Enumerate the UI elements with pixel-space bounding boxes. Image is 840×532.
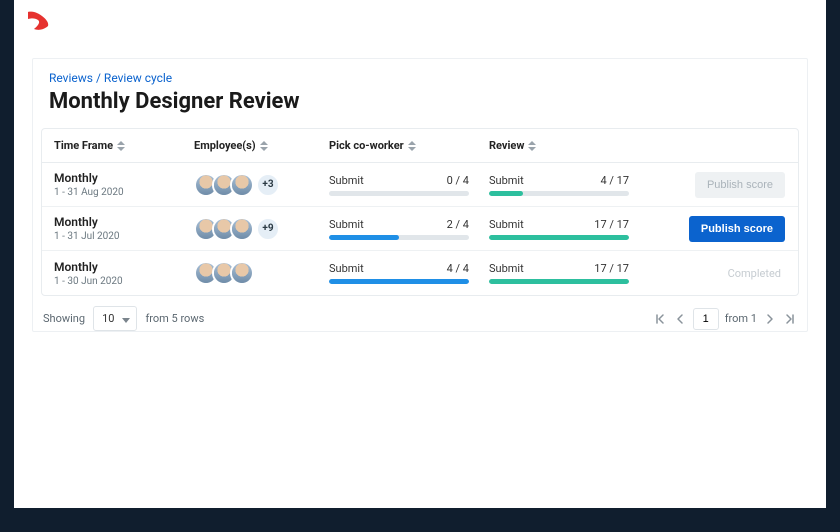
review-cell: Submit 17 / 17 xyxy=(489,262,649,284)
action-cell: Publish score xyxy=(649,216,799,242)
page-prev-icon[interactable] xyxy=(673,313,687,325)
progress-bar xyxy=(489,279,629,284)
time-frame-label: Monthly xyxy=(54,260,194,274)
sort-icon xyxy=(528,141,536,151)
table-row: Monthly 1 - 30 Jun 2020 Submit 4 / 4 xyxy=(42,251,798,295)
submit-count: 2 / 4 xyxy=(447,218,469,231)
progress-bar xyxy=(329,235,469,240)
col-label: Employee(s) xyxy=(194,139,256,152)
progress-bar xyxy=(489,191,629,196)
submit-label: Submit xyxy=(329,218,364,231)
table-row: Monthly 1 - 31 Jul 2020 +9 Submit 2 / 4 xyxy=(42,207,798,251)
time-frame-range: 1 - 31 Jul 2020 xyxy=(54,231,194,242)
col-time-frame[interactable]: Time Frame xyxy=(54,139,194,152)
from-pages-label: from 1 xyxy=(725,312,757,325)
breadcrumb: Reviews / Review cycle xyxy=(33,59,807,87)
submit-label: Submit xyxy=(329,262,364,275)
submit-count: 17 / 17 xyxy=(594,218,629,231)
publish-score-button[interactable]: Publish score xyxy=(689,216,785,242)
avatar xyxy=(230,173,254,197)
page-next-icon[interactable] xyxy=(763,313,777,325)
action-cell: Publish score xyxy=(649,172,799,198)
table-row: Monthly 1 - 31 Aug 2020 +3 Submit 0 / 4 xyxy=(42,163,798,207)
avatar xyxy=(230,217,254,241)
avatar xyxy=(230,261,254,285)
col-pick-coworker[interactable]: Pick co-worker xyxy=(329,139,489,152)
col-review[interactable]: Review xyxy=(489,139,649,152)
col-employees[interactable]: Employee(s) xyxy=(194,139,329,152)
footer-left: Showing 10 from 5 rows xyxy=(43,306,204,331)
submit-label: Submit xyxy=(489,174,524,187)
submit-count: 4 / 17 xyxy=(600,174,629,187)
employees-cell[interactable]: +9 xyxy=(194,217,329,241)
showing-label: Showing xyxy=(43,312,85,325)
review-cell: Submit 17 / 17 xyxy=(489,218,649,240)
progress-bar xyxy=(489,235,629,240)
time-frame-label: Monthly xyxy=(54,215,194,229)
pick-coworker-cell: Submit 2 / 4 xyxy=(329,218,489,240)
time-frame-range: 1 - 31 Aug 2020 xyxy=(54,187,194,198)
row-menu-button[interactable] xyxy=(795,176,799,194)
sort-icon xyxy=(117,141,125,151)
page-size-select[interactable]: 10 xyxy=(93,306,137,331)
time-frame-cell: Monthly 1 - 31 Jul 2020 xyxy=(54,215,194,242)
from-rows-label: from 5 rows xyxy=(145,312,204,325)
pick-coworker-cell: Submit 0 / 4 xyxy=(329,174,489,196)
progress-bar xyxy=(329,279,469,284)
review-cell: Submit 4 / 17 xyxy=(489,174,649,196)
sort-icon xyxy=(408,141,416,151)
breadcrumb-current-link[interactable]: Review cycle xyxy=(104,71,172,85)
review-table: Time Frame Employee(s) Pick co-worker Re… xyxy=(41,128,799,296)
topbar xyxy=(14,0,826,44)
sort-icon xyxy=(260,141,268,151)
time-frame-cell: Monthly 1 - 31 Aug 2020 xyxy=(54,171,194,198)
submit-count: 17 / 17 xyxy=(594,262,629,275)
footer-right: from 1 xyxy=(653,308,797,330)
publish-score-button: Publish score xyxy=(695,172,785,198)
submit-count: 0 / 4 xyxy=(447,174,469,187)
col-label: Time Frame xyxy=(54,139,113,152)
page-title: Monthly Designer Review xyxy=(33,87,807,128)
time-frame-label: Monthly xyxy=(54,171,194,185)
submit-label: Submit xyxy=(489,262,524,275)
employees-cell[interactable] xyxy=(194,261,329,285)
employees-cell[interactable]: +3 xyxy=(194,173,329,197)
row-menu-button[interactable] xyxy=(795,264,799,282)
panel: Reviews / Review cycle Monthly Designer … xyxy=(32,58,808,332)
pick-coworker-cell: Submit 4 / 4 xyxy=(329,262,489,284)
submit-count: 4 / 4 xyxy=(447,262,469,275)
time-frame-cell: Monthly 1 - 30 Jun 2020 xyxy=(54,260,194,287)
breadcrumb-sep: / xyxy=(96,71,104,85)
col-label: Review xyxy=(489,139,524,152)
content-area: Reviews / Review cycle Monthly Designer … xyxy=(14,44,826,332)
table-footer: Showing 10 from 5 rows from 1 xyxy=(33,296,807,331)
app-shell: Reviews / Review cycle Monthly Designer … xyxy=(14,0,826,508)
progress-bar xyxy=(329,191,469,196)
table-header-row: Time Frame Employee(s) Pick co-worker Re… xyxy=(42,129,798,163)
brand-logo-icon xyxy=(24,9,60,35)
breadcrumb-root-link[interactable]: Reviews xyxy=(49,71,93,85)
page-number-input[interactable] xyxy=(693,308,719,330)
page-first-icon[interactable] xyxy=(653,313,667,325)
time-frame-range: 1 - 30 Jun 2020 xyxy=(54,276,194,287)
avatar-more-badge: +9 xyxy=(256,217,280,241)
submit-label: Submit xyxy=(329,174,364,187)
submit-label: Submit xyxy=(489,218,524,231)
avatar-more-badge: +3 xyxy=(256,173,280,197)
col-label: Pick co-worker xyxy=(329,139,404,152)
completed-label: Completed xyxy=(728,267,785,280)
action-cell: Completed xyxy=(649,264,799,282)
page-last-icon[interactable] xyxy=(783,313,797,325)
row-menu-button[interactable] xyxy=(795,220,799,238)
